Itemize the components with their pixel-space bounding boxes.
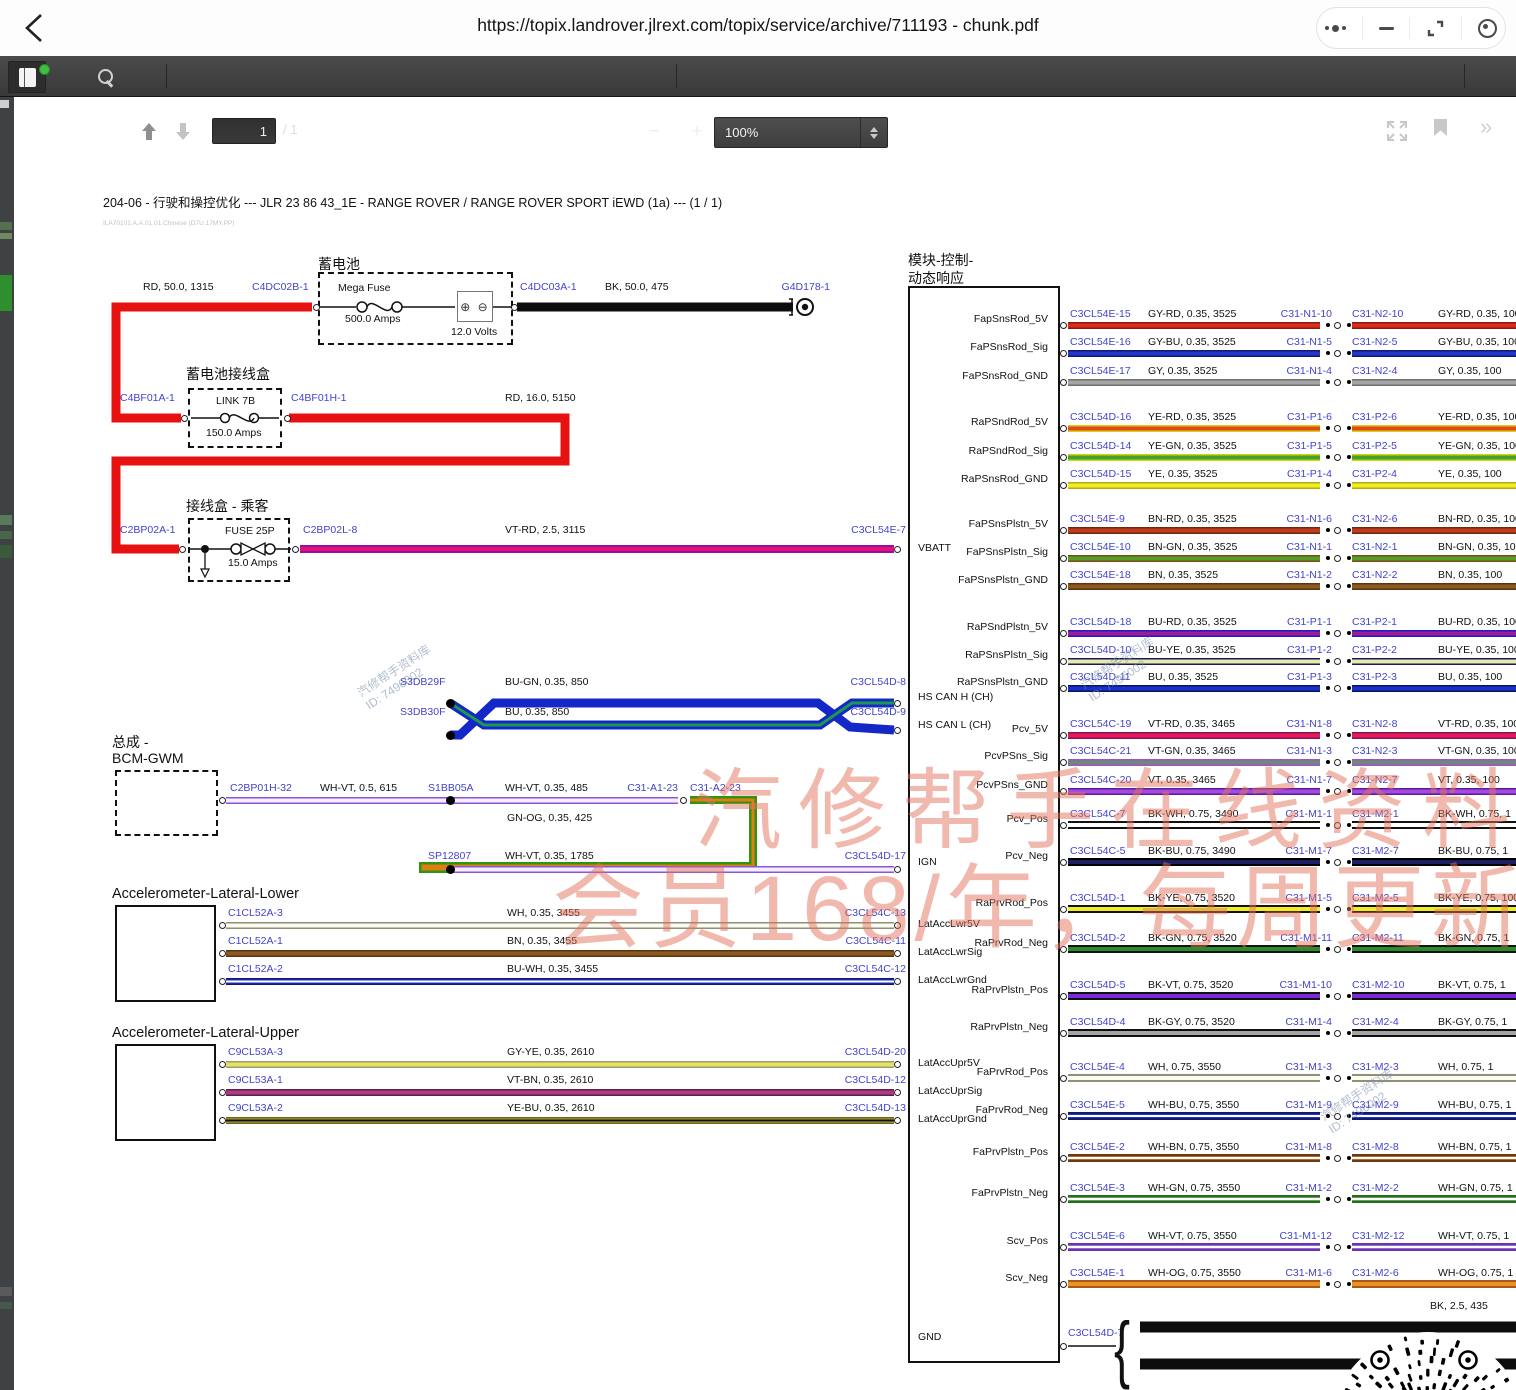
page-total: / 1	[283, 122, 297, 137]
zoom-level-select[interactable]: 100%	[714, 117, 888, 148]
zoom-in-button[interactable]: +	[680, 117, 714, 146]
close-record-icon[interactable]	[1478, 19, 1497, 38]
notification-dot	[39, 64, 50, 75]
page-down-icon[interactable]	[174, 120, 192, 144]
search-icon[interactable]	[92, 64, 118, 88]
zoom-level-value: 100%	[715, 125, 860, 140]
zoom-spinner-icon	[860, 118, 887, 147]
restore-icon[interactable]	[1426, 19, 1445, 38]
left-edge-fragment	[0, 100, 9, 108]
page-number-input[interactable]: 1	[212, 118, 276, 144]
browser-bar: https://topix.landrover.jlrext.com/topix…	[0, 0, 1516, 57]
fullscreen-icon[interactable]	[1386, 120, 1408, 142]
page-up-icon[interactable]	[140, 120, 158, 144]
left-edge-fragment	[0, 531, 12, 539]
url-text: https://topix.landrover.jlrext.com/topix…	[0, 15, 1516, 36]
left-edge-fragment	[0, 545, 12, 558]
pdf-viewer-window: https://topix.landrover.jlrext.com/topix…	[0, 0, 1516, 1390]
left-edge-fragment	[0, 1287, 12, 1296]
sidebar-icon	[19, 68, 36, 87]
left-edge-fragment	[0, 222, 12, 230]
more-tools-icon[interactable]: »	[1480, 114, 1492, 140]
left-edge-fragment	[0, 233, 12, 239]
pdf-page	[14, 96, 1516, 1390]
zoom-out-button[interactable]: −	[637, 117, 671, 146]
sidebar-toggle-button[interactable]	[8, 61, 46, 93]
left-edge-fragment	[0, 275, 12, 311]
left-edge-fragment	[0, 1302, 12, 1309]
more-menu-icon[interactable]	[1325, 25, 1346, 32]
window-control-capsule	[1316, 7, 1506, 49]
pdf-toolbar: 1 / 1 − + 100% »	[0, 56, 1516, 97]
left-edge-fragment	[0, 515, 12, 525]
minimize-icon[interactable]	[1379, 27, 1394, 30]
